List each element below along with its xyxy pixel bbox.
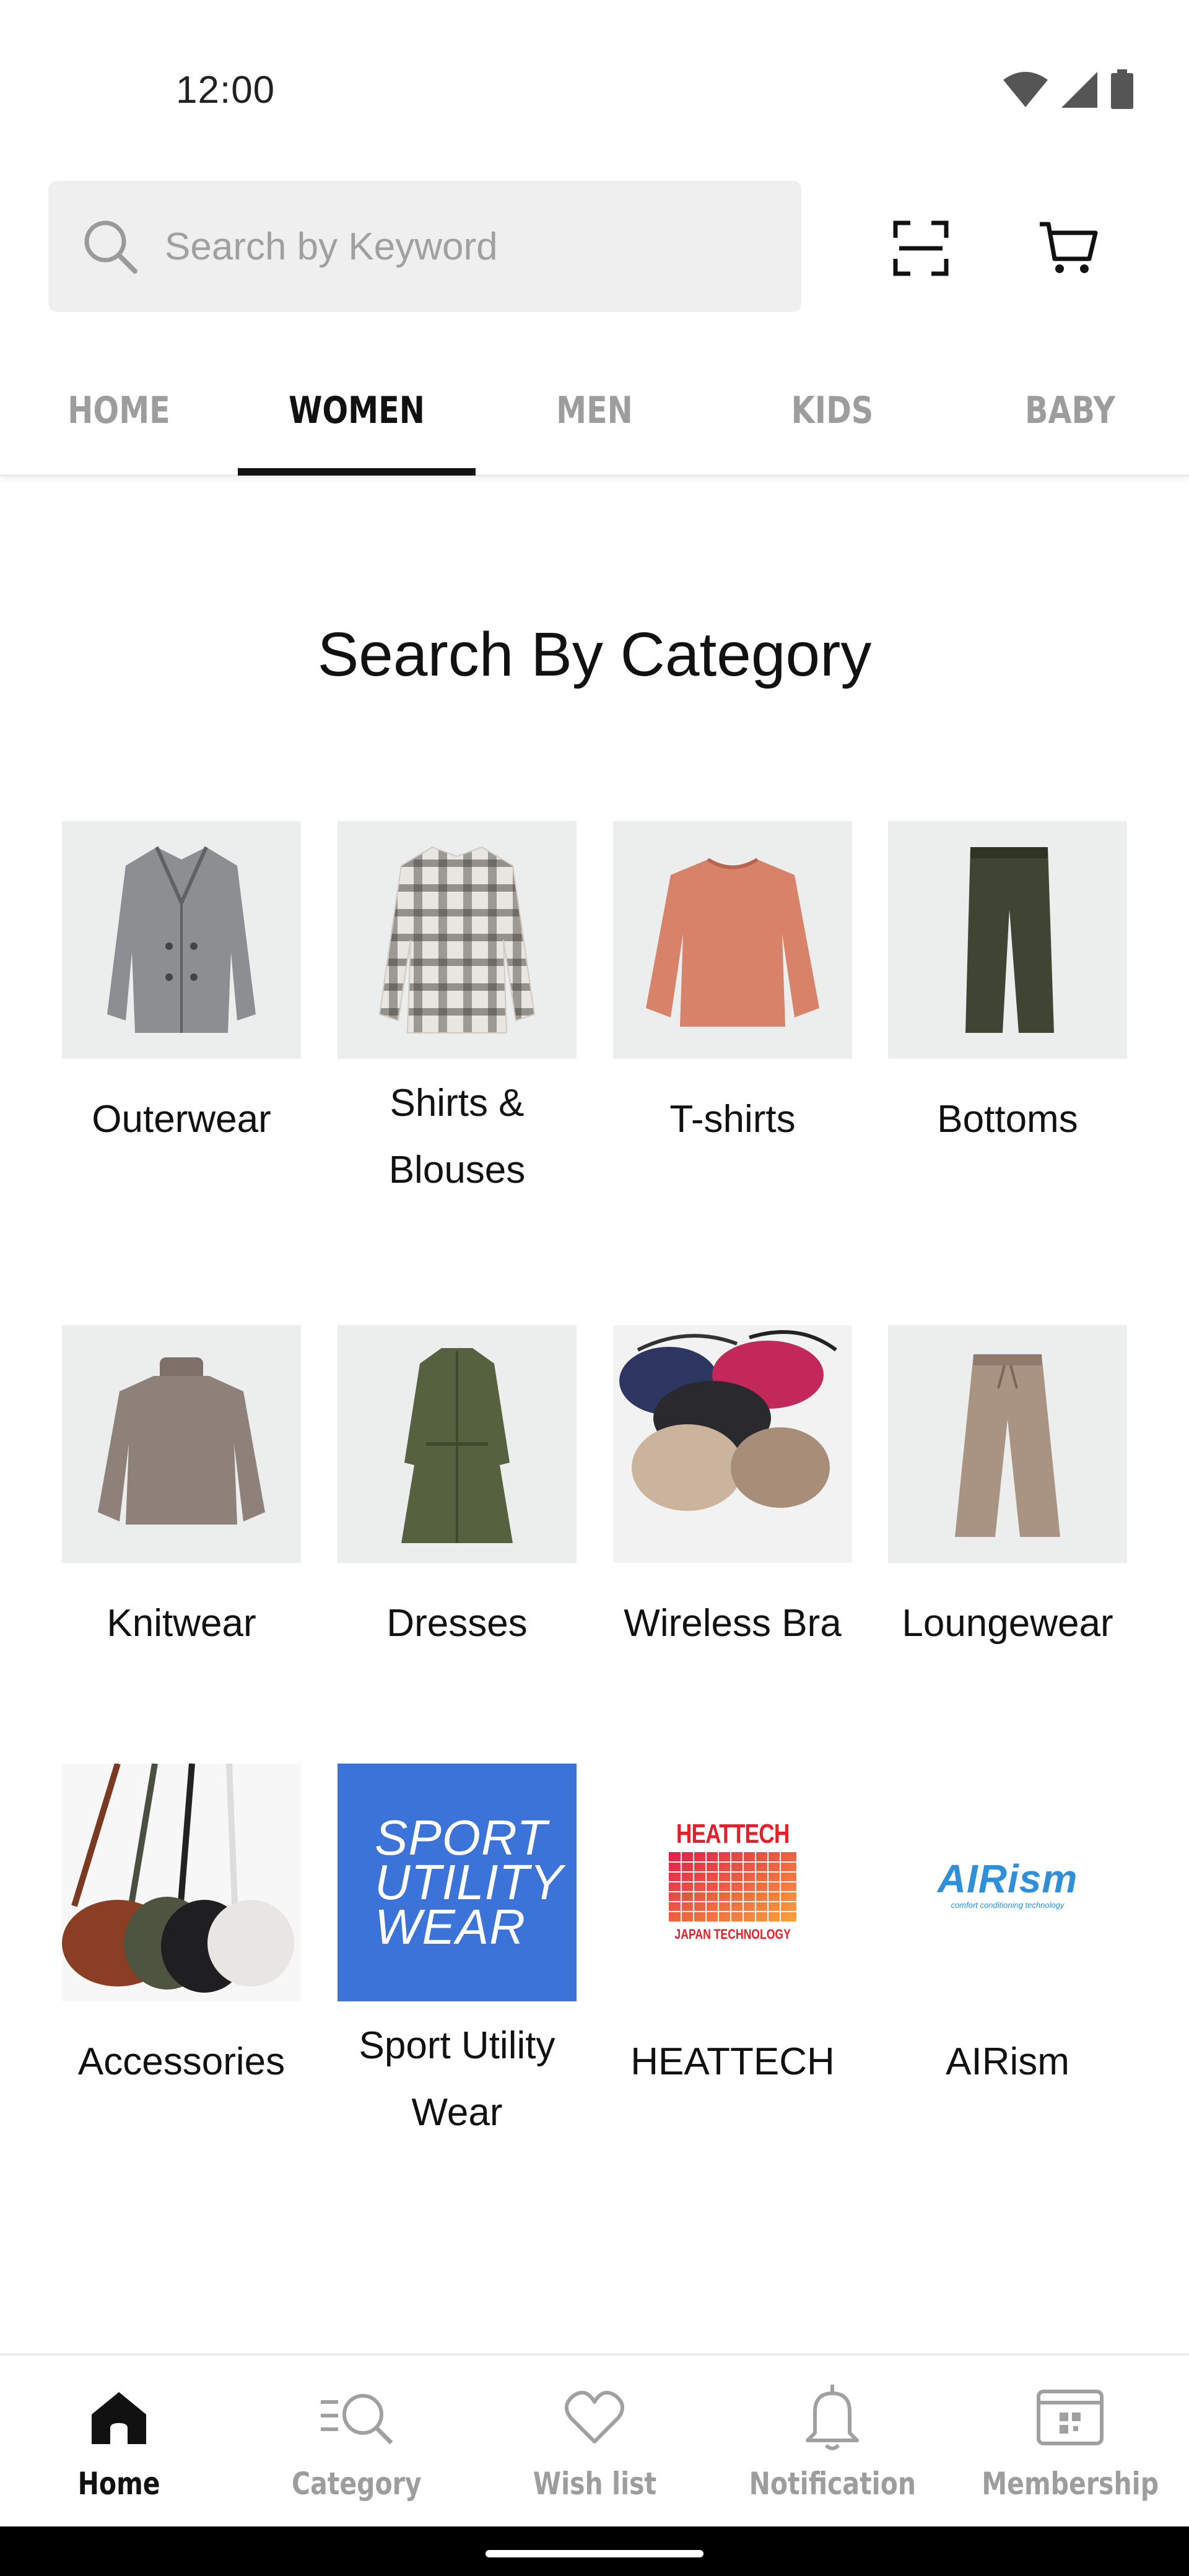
category-label: Bottoms <box>937 1098 1078 1141</box>
cart-icon <box>1040 222 1098 273</box>
nav-label: Wish list <box>533 2466 656 2502</box>
airism-logo-subtitle: comfort conditioning technology <box>951 1900 1065 1910</box>
tab-men[interactable]: MEN <box>497 347 692 474</box>
category-label: Wireless Bra <box>624 1602 842 1645</box>
status-icons <box>1002 69 1135 110</box>
nav-category[interactable]: Category <box>238 2356 476 2526</box>
category-label: Dresses <box>386 1602 528 1645</box>
nav-notification[interactable]: Notification <box>713 2356 951 2526</box>
airism-logo-title: AIRism <box>937 1856 1078 1901</box>
airism-logo: AIRism comfort conditioning technology <box>888 1764 1127 2001</box>
nav-label: Category <box>292 2466 422 2502</box>
category-search-icon <box>320 2380 394 2455</box>
heart-icon <box>557 2380 632 2455</box>
sweatshirt-image <box>613 821 852 1059</box>
category-label: Outerwear <box>92 1098 271 1141</box>
section-title: Search By Category <box>317 620 872 689</box>
status-time: 12:00 <box>176 69 276 111</box>
bras-image <box>613 1325 852 1563</box>
nav-wish-list[interactable]: Wish list <box>476 2356 713 2526</box>
category-label: AIRism <box>946 2040 1069 2083</box>
category-label: T-shirts <box>669 1098 796 1141</box>
bell-icon <box>795 2380 869 2455</box>
bottom-navigation: Home Category Wish list Notification Mem… <box>0 2353 1189 2526</box>
heattech-logo: HEATTECH JAPAN TECHNOLOGY <box>613 1764 852 2001</box>
membership-card-icon <box>1033 2380 1107 2455</box>
category-label: Accessories <box>77 2040 285 2083</box>
tab-baby[interactable]: BABY <box>973 347 1168 474</box>
battery-icon <box>1111 69 1133 109</box>
category-accessories[interactable]: Accessories <box>62 1764 301 2095</box>
scan-icon <box>893 220 949 276</box>
tab-women[interactable]: WOMEN <box>259 347 455 474</box>
scan-button[interactable] <box>887 214 955 282</box>
category-shirts-blouses[interactable]: Shirts & Blouses <box>338 821 577 1204</box>
tab-home[interactable]: HOME <box>22 347 217 474</box>
gender-tabs: HOME WOMEN MEN KIDS BABY <box>0 347 1189 477</box>
signal-icon <box>1061 72 1097 108</box>
turtleneck-image <box>62 1325 301 1563</box>
home-icon <box>82 2380 156 2455</box>
heattech-logo-title: HEATTECH <box>676 1819 790 1849</box>
nav-label: Membership <box>982 2466 1159 2502</box>
sport-utility-wear-logo-line3: WEAR <box>375 1899 526 1954</box>
category-label: HEATTECH <box>630 2040 835 2083</box>
category-airism[interactable]: AIRism comfort conditioning technology A… <box>888 1764 1127 2095</box>
category-label: Shirts & Blouses <box>388 1082 526 1191</box>
search-icon <box>84 220 137 274</box>
heattech-logo-subtitle: JAPAN TECHNOLOGY <box>674 1926 791 1942</box>
category-label: Knitwear <box>107 1602 256 1645</box>
category-bottoms[interactable]: Bottoms <box>888 821 1127 1153</box>
tab-kids[interactable]: KIDS <box>735 347 930 474</box>
status-bar: 12:00 <box>0 0 1189 161</box>
coat-image <box>62 821 301 1059</box>
trousers-image <box>888 821 1127 1059</box>
nav-membership[interactable]: Membership <box>951 2356 1189 2526</box>
category-label: Loungewear <box>902 1602 1113 1645</box>
shoulder-bags-image <box>62 1764 301 2001</box>
active-tab-indicator <box>238 468 476 476</box>
sport-utility-wear-logo-line2: UTILITY <box>375 1855 564 1910</box>
heattech-grid-graphic <box>669 1852 796 1921</box>
search-bar[interactable] <box>48 181 801 312</box>
lounge-pants-image <box>888 1325 1127 1563</box>
category-heattech[interactable]: HEATTECH JAPAN TECHNOLOGY HEATTECH <box>613 1764 852 2095</box>
sport-utility-wear-logo: SPORT UTILITY WEAR <box>338 1764 577 2001</box>
category-t-shirts[interactable]: T-shirts <box>613 821 852 1153</box>
sport-utility-wear-logo-line1: SPORT <box>375 1810 548 1865</box>
category-knitwear[interactable]: Knitwear <box>62 1325 301 1657</box>
nav-label: Home <box>77 2466 160 2502</box>
search-input[interactable] <box>165 224 722 269</box>
category-wireless-bra[interactable]: Wireless Bra <box>613 1325 852 1657</box>
cart-button[interactable] <box>1030 211 1106 286</box>
category-sport-utility-wear[interactable]: SPORT UTILITY WEAR Sport Utility Wear <box>338 1764 577 2146</box>
shirt-dress-image <box>338 1325 577 1563</box>
wifi-icon <box>1003 72 1048 107</box>
nav-label: Notification <box>749 2466 916 2502</box>
category-loungewear[interactable]: Loungewear <box>888 1325 1127 1657</box>
nav-home[interactable]: Home <box>0 2356 238 2526</box>
plaid-shirt-image <box>338 821 577 1059</box>
category-label: Sport Utility Wear <box>359 2024 555 2134</box>
category-outerwear[interactable]: Outerwear <box>62 821 301 1153</box>
category-dresses[interactable]: Dresses <box>338 1325 577 1657</box>
gesture-handle[interactable] <box>486 2550 703 2557</box>
